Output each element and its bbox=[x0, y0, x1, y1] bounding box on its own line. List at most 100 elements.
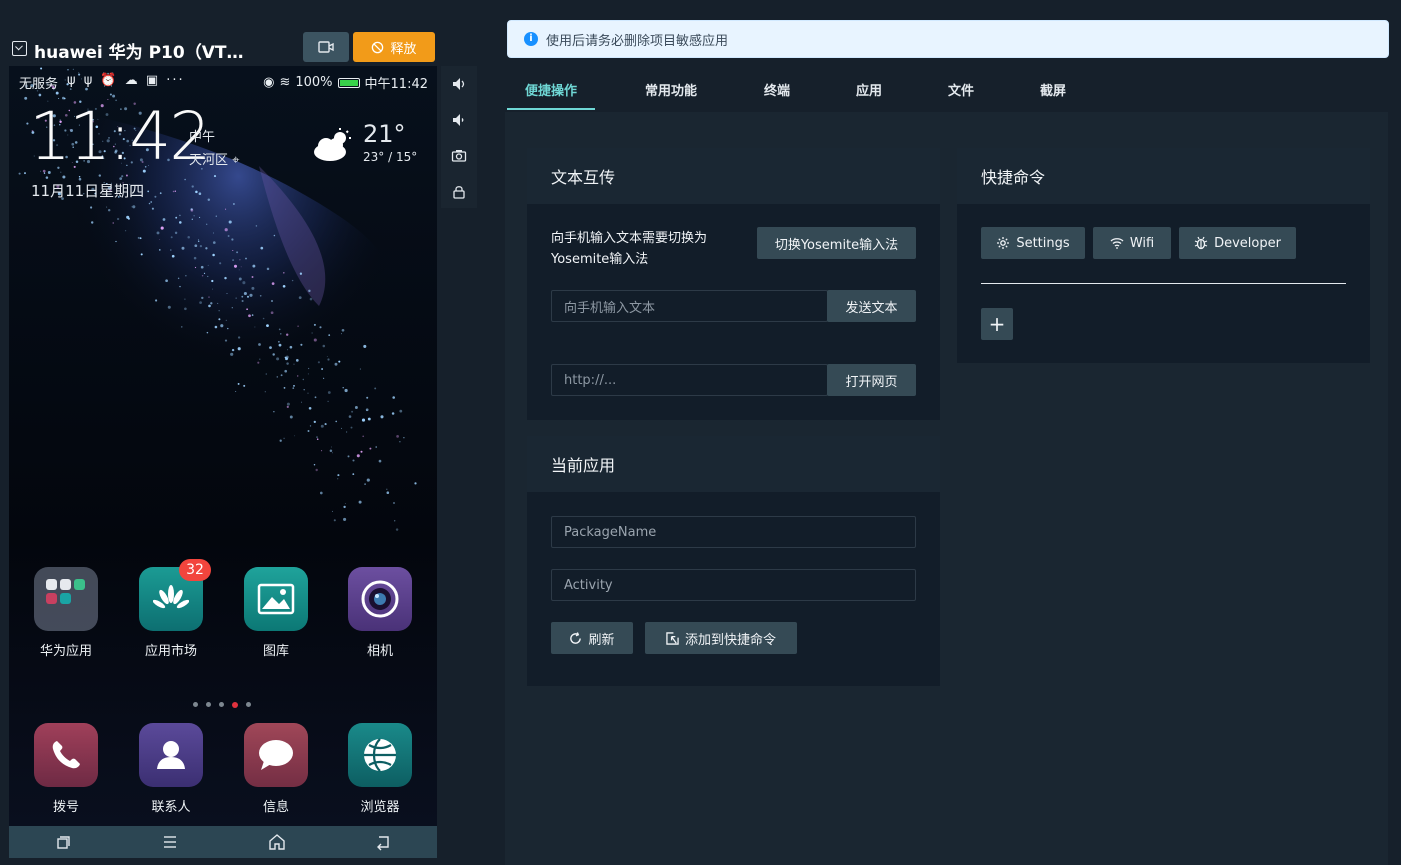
page-dot bbox=[219, 702, 224, 707]
device-title: huawei 华为 P10（VT… bbox=[34, 43, 244, 63]
date-text: 11月11日星期四 bbox=[31, 182, 145, 200]
tab-files[interactable]: 文件 bbox=[917, 80, 1005, 99]
back-icon[interactable] bbox=[373, 832, 393, 852]
open-url-button[interactable]: 打开网页 bbox=[827, 364, 916, 396]
add-command-button[interactable]: + bbox=[981, 308, 1013, 340]
ime-hint-text: 向手机输入文本需要切换为Yosemite输入法 bbox=[551, 231, 708, 267]
app-appgallery[interactable]: 32 应用市场 bbox=[121, 559, 221, 659]
video-button[interactable] bbox=[303, 32, 349, 62]
wifi-status-icon: ≋ bbox=[279, 75, 291, 90]
tab-quick-actions[interactable]: 便捷操作 bbox=[507, 80, 595, 99]
page-indicator bbox=[193, 702, 251, 708]
send-text-button[interactable]: 发送文本 bbox=[827, 290, 916, 322]
card-title: 当前应用 bbox=[527, 436, 940, 492]
gallery-icon bbox=[244, 567, 308, 631]
clock-ampm: 中午 bbox=[189, 130, 216, 145]
clock-widget: 11:42 bbox=[29, 98, 211, 175]
switch-ime-button[interactable]: 切换Yosemite输入法 bbox=[757, 227, 916, 259]
tab-apps[interactable]: 应用 bbox=[825, 80, 913, 99]
volume-up-icon[interactable] bbox=[451, 76, 467, 92]
status-time: 中午11:42 bbox=[364, 77, 428, 92]
app-dialer[interactable]: 拨号 bbox=[16, 723, 116, 815]
folder-icon bbox=[34, 567, 98, 631]
tab-common-functions[interactable]: 常用功能 bbox=[627, 80, 715, 99]
bug-icon bbox=[1194, 236, 1208, 250]
battery-percent: 100% bbox=[295, 75, 333, 90]
app-label: 信息 bbox=[262, 800, 289, 815]
app-label: 相机 bbox=[366, 644, 393, 659]
forbidden-icon bbox=[372, 41, 384, 53]
app-label: 拨号 bbox=[52, 800, 79, 815]
app-gallery[interactable]: 图库 bbox=[226, 567, 326, 659]
refresh-button[interactable]: 刷新 bbox=[551, 622, 633, 654]
package-name-input[interactable]: PackageName bbox=[551, 516, 916, 548]
page-dot bbox=[246, 702, 251, 707]
content-area: 文本互传 向手机输入文本需要切换为Yosemite输入法 切换Yosemite输… bbox=[505, 112, 1388, 865]
text-input[interactable]: 向手机输入文本 bbox=[551, 290, 828, 322]
notification-icons: ψ ψ ⏰ ☁ ▣ ··· bbox=[67, 73, 185, 88]
notification-badge: 32 bbox=[179, 559, 211, 581]
phone-nav-bar bbox=[9, 826, 437, 858]
appgallery-icon: 32 bbox=[139, 559, 211, 631]
url-input[interactable]: http://... bbox=[551, 364, 828, 396]
menu-icon[interactable] bbox=[160, 832, 180, 852]
screenshot-camera-icon[interactable] bbox=[451, 148, 467, 164]
info-icon: i bbox=[524, 32, 538, 46]
add-shortcut-button[interactable]: 添加到快捷命令 bbox=[645, 622, 797, 654]
app-label: 浏览器 bbox=[360, 800, 400, 815]
temperature: 21° bbox=[363, 120, 406, 148]
notice-banner: i 使用后请务必删除项目敏感应用 bbox=[507, 20, 1389, 58]
battery-icon bbox=[337, 77, 360, 88]
app-contacts[interactable]: 联系人 bbox=[121, 723, 221, 815]
add-shortcut-icon bbox=[666, 631, 679, 645]
app-label: 联系人 bbox=[151, 800, 191, 815]
add-shortcut-label: 添加到快捷命令 bbox=[684, 632, 776, 648]
release-button[interactable]: 释放 bbox=[353, 32, 435, 62]
release-label: 释放 bbox=[390, 41, 417, 57]
tab-active-indicator bbox=[507, 108, 595, 110]
card-title: 快捷命令 bbox=[957, 148, 1370, 204]
messages-icon bbox=[244, 723, 308, 787]
tab-screenshot[interactable]: 截屏 bbox=[1009, 80, 1097, 99]
lock-icon[interactable] bbox=[451, 184, 467, 200]
page-dot bbox=[232, 702, 238, 708]
text-transfer-card: 文本互传 向手机输入文本需要切换为Yosemite输入法 切换Yosemite输… bbox=[527, 148, 940, 420]
app-messages[interactable]: 信息 bbox=[226, 723, 326, 815]
phone-icon bbox=[34, 723, 98, 787]
app-camera[interactable]: 相机 bbox=[330, 567, 430, 659]
settings-label: Settings bbox=[1016, 235, 1070, 251]
device-header: huawei 华为 P10（VT… 释放 bbox=[0, 30, 440, 66]
location-label: 天河区 bbox=[189, 153, 229, 168]
video-icon bbox=[318, 41, 334, 53]
page-dot bbox=[206, 702, 211, 707]
location-pin-icon: ⌖ bbox=[232, 153, 240, 168]
activity-input[interactable]: Activity bbox=[551, 569, 916, 601]
weather-icon bbox=[314, 128, 351, 161]
developer-command-button[interactable]: Developer bbox=[1179, 227, 1296, 259]
volume-down-icon[interactable] bbox=[451, 112, 467, 128]
card-title: 文本互传 bbox=[527, 148, 940, 204]
camera-icon bbox=[348, 567, 412, 631]
carrier-text: 无服务 bbox=[19, 77, 59, 92]
refresh-label: 刷新 bbox=[588, 632, 615, 648]
wifi-command-button[interactable]: Wifi bbox=[1093, 227, 1171, 259]
app-label: 图库 bbox=[262, 644, 289, 659]
device-checkbox[interactable] bbox=[12, 41, 27, 56]
developer-label: Developer bbox=[1214, 235, 1281, 251]
wifi-icon bbox=[1110, 238, 1124, 249]
temperature-range: 23° / 15° bbox=[363, 150, 418, 164]
status-bar: 无服务 ψ ψ ⏰ ☁ ▣ ··· ◉ ≋ 100% 中午11:42 bbox=[9, 66, 437, 94]
settings-command-button[interactable]: Settings bbox=[981, 227, 1085, 259]
app-label: 华为应用 bbox=[39, 644, 92, 659]
side-toolbar bbox=[441, 66, 477, 208]
tab-terminal[interactable]: 终端 bbox=[733, 80, 821, 99]
phone-screen[interactable]: 无服务 ψ ψ ⏰ ☁ ▣ ··· ◉ ≋ 100% 中午11:42 11:42… bbox=[9, 66, 437, 858]
app-huawei-apps[interactable]: 华为应用 bbox=[16, 567, 116, 659]
app-browser[interactable]: 浏览器 bbox=[330, 723, 430, 815]
app-label: 应用市场 bbox=[144, 644, 197, 659]
current-app-card: 当前应用 PackageName Activity 刷新 添加到快捷命令 bbox=[527, 436, 940, 686]
contacts-icon bbox=[139, 723, 203, 787]
recents-icon[interactable] bbox=[53, 832, 73, 852]
home-icon[interactable] bbox=[267, 832, 287, 852]
wifi-label: Wifi bbox=[1129, 235, 1155, 251]
